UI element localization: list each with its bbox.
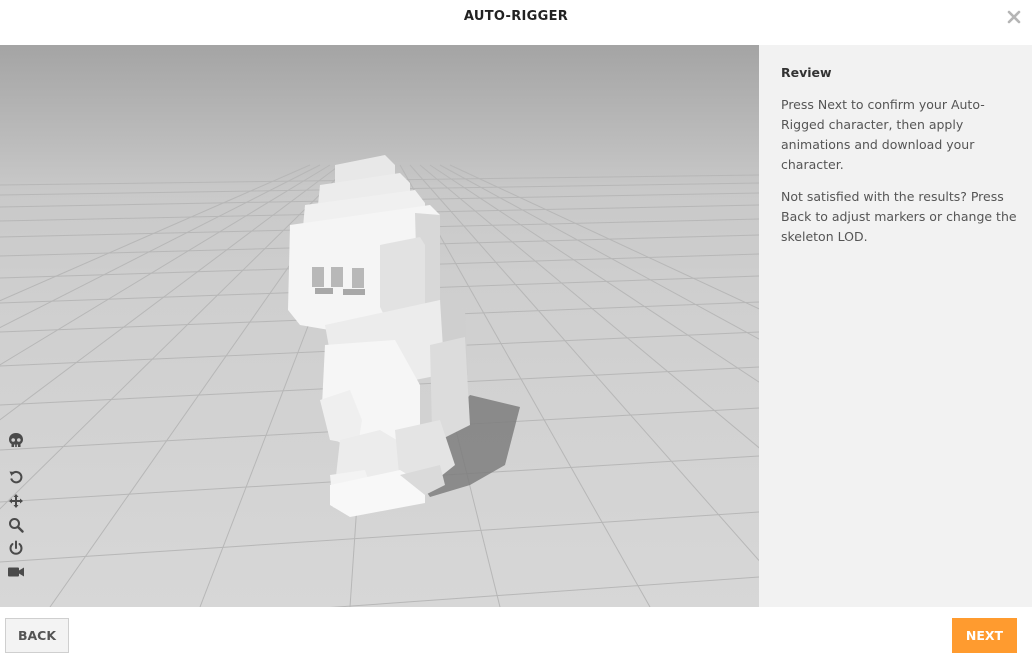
skull-icon[interactable] bbox=[4, 430, 28, 452]
review-instructions: Press Next to confirm your Auto-Rigged c… bbox=[781, 97, 985, 172]
character-scene bbox=[0, 155, 759, 607]
undo-icon[interactable] bbox=[4, 466, 28, 488]
3d-viewport[interactable] bbox=[0, 45, 759, 607]
back-button[interactable]: BACK bbox=[5, 618, 69, 653]
dialog-footer: BACK NEXT bbox=[0, 607, 1032, 655]
review-panel: Review Press Next to confirm your Auto-R… bbox=[759, 45, 1032, 607]
review-help-text: Not satisfied with the results? Press Ba… bbox=[781, 189, 1017, 244]
next-button[interactable]: NEXT bbox=[952, 618, 1017, 653]
dialog-title: AUTO-RIGGER bbox=[463, 9, 569, 24]
panel-heading: Review bbox=[781, 65, 832, 80]
camera-icon[interactable] bbox=[4, 561, 28, 583]
dialog-header: AUTO-RIGGER bbox=[0, 0, 1032, 45]
auto-rigger-dialog: AUTO-RIGGER Review Press Next to confirm… bbox=[0, 0, 1032, 655]
close-icon[interactable] bbox=[1006, 9, 1022, 25]
zoom-icon[interactable] bbox=[4, 514, 28, 536]
move-icon[interactable] bbox=[4, 490, 28, 512]
voxel-character bbox=[288, 155, 470, 517]
power-icon[interactable] bbox=[4, 537, 28, 559]
